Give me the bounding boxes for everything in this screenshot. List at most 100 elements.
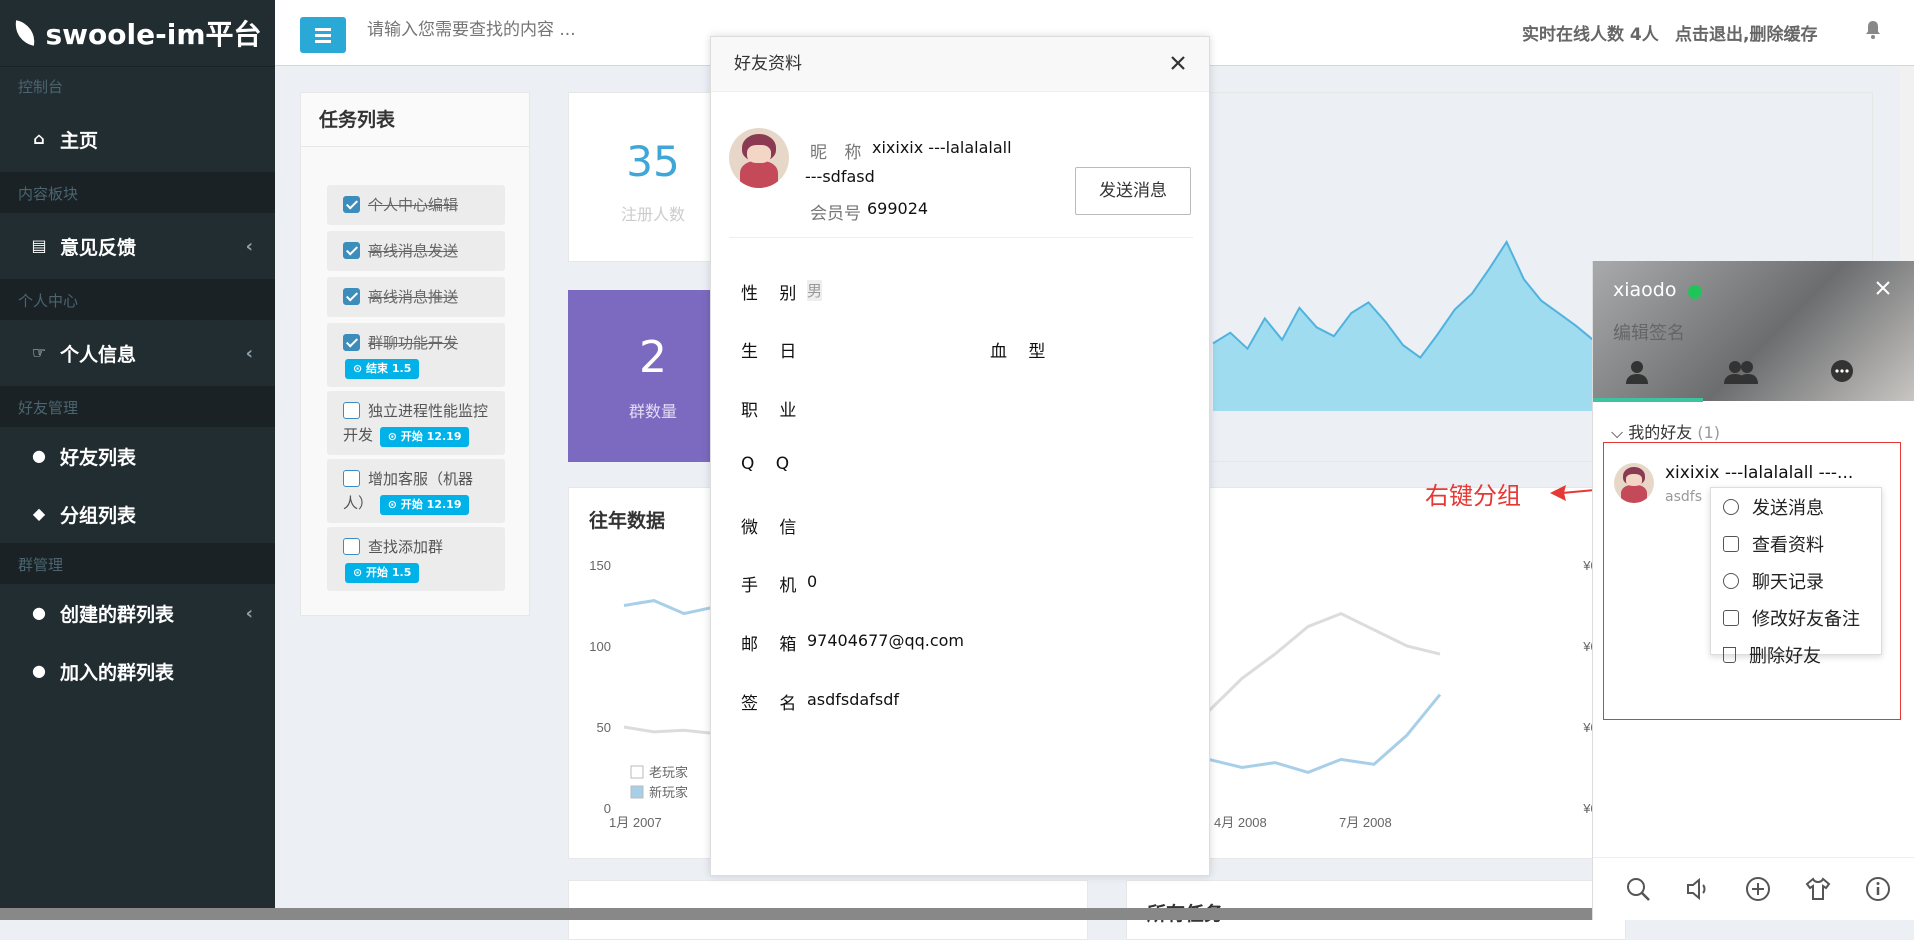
legend-swatch <box>630 785 644 799</box>
field-label: 邮 箱 <box>741 635 805 655</box>
add-icon[interactable] <box>1745 876 1771 902</box>
hand-icon: ☞ <box>31 343 47 362</box>
skin-icon[interactable] <box>1805 876 1831 902</box>
chat-toolbar <box>1593 857 1914 920</box>
menu-toggle-button[interactable] <box>300 17 346 53</box>
logout-link[interactable]: 点击退出,删除缓存 <box>1675 20 1817 45</box>
sidebar-item-label: 创建的群列表 <box>60 603 175 626</box>
edit-signature[interactable]: 编辑签名 <box>1613 319 1685 345</box>
task-label: 个人中心编辑 <box>368 196 459 214</box>
task-item[interactable]: 群聊功能开发 ⊙ 结束 1.5 <box>327 323 505 387</box>
menu-edit-remark[interactable]: 修改好友备注 <box>1711 599 1881 636</box>
field-label: 生 日 <box>741 342 805 362</box>
task-item[interactable]: 离线消息发送 <box>327 231 505 271</box>
member-id-label: 会员号 <box>810 204 861 224</box>
bell-icon[interactable] <box>1864 20 1882 40</box>
sidebar-item-label: 个人信息 <box>60 343 137 366</box>
menu-delete-friend[interactable]: 删除好友 <box>1711 636 1881 673</box>
field-value: asdfsdafsdf <box>807 690 899 709</box>
checkbox[interactable] <box>343 288 360 305</box>
task-label: 查找添加群 <box>368 538 444 556</box>
checkbox[interactable] <box>343 538 360 555</box>
y-tick-label: 100 <box>589 639 611 654</box>
context-menu: 发送消息 查看资料 聊天记录 修改好友备注 删除好友 <box>1710 487 1882 667</box>
chevron-left-icon: ‹ <box>245 602 253 624</box>
clock-icon <box>1723 572 1739 589</box>
sidebar-item-label: 好友列表 <box>60 446 137 469</box>
send-message-button[interactable]: 发送消息 <box>1075 167 1191 215</box>
sidebar-section-title: 好友管理 <box>0 387 275 427</box>
menu-send-message[interactable]: 发送消息 <box>1711 488 1881 525</box>
search-icon[interactable] <box>1625 876 1651 902</box>
checkbox[interactable] <box>343 470 360 487</box>
field-gender: 性 别男 <box>741 279 823 304</box>
friend-name[interactable]: xixixix ---lalalalall ---... <box>1665 463 1853 483</box>
field-wechat: 微 信 <box>741 513 804 538</box>
member-id-value: 699024 <box>867 199 929 218</box>
volume-icon[interactable] <box>1685 876 1711 902</box>
annotation-label: 右键分组 <box>1425 482 1521 510</box>
close-icon[interactable] <box>1167 52 1189 74</box>
friend-list: xixixix ---lalalalall ---... asdfs 发送消息 … <box>1603 442 1901 720</box>
sidebar-item-joined-groups[interactable]: ● 加入的群列表 <box>0 642 275 700</box>
task-item[interactable]: 增加客服（机器人） ⊙ 开始 12.19 <box>327 459 505 523</box>
task-item[interactable]: 离线消息推送 <box>327 277 505 317</box>
menu-label: 删除好友 <box>1749 645 1821 667</box>
sidebar-item-home[interactable]: ⌂ 主页 <box>0 106 275 172</box>
task-item[interactable]: 查找添加群 ⊙ 开始 1.5 <box>327 527 505 591</box>
avatar <box>1614 463 1654 503</box>
sidebar-item-label: 分组列表 <box>60 504 137 527</box>
chevron-left-icon: ‹ <box>245 235 253 257</box>
sidebar-item-friend-list[interactable]: ● 好友列表 <box>0 427 275 485</box>
film-icon: ▤ <box>31 236 47 255</box>
area-series <box>1213 241 1593 411</box>
field-label: 微 信 <box>741 518 805 538</box>
user-icon: ● <box>32 446 46 465</box>
chat-history-tab-icon[interactable] <box>1829 359 1855 385</box>
field-label: 血 型 <box>990 342 1054 362</box>
field-label: 性 别 <box>741 284 805 304</box>
leaf-icon <box>11 20 38 46</box>
checkbox[interactable] <box>343 334 360 351</box>
checkbox[interactable] <box>343 196 360 213</box>
status-badge: ⊙ 开始 1.5 <box>345 563 420 583</box>
field-blood-type: 血 型 <box>990 337 1053 362</box>
task-label: 离线消息发送 <box>368 242 459 260</box>
friend-group-header[interactable]: ⌵ 我的好友 (1) <box>1611 419 1720 443</box>
groups-tab-icon[interactable] <box>1723 359 1759 385</box>
sidebar-item-label: 加入的群列表 <box>60 661 175 684</box>
sidebar-section-title: 控制台 <box>0 66 275 106</box>
sidebar-item-group-list[interactable]: ◆ 分组列表 <box>0 485 275 543</box>
brand-title: swoole-im平台 <box>45 18 262 51</box>
menu-label: 修改好友备注 <box>1752 608 1860 630</box>
menu-chat-history[interactable]: 聊天记录 <box>1711 562 1881 599</box>
menu-label: 查看资料 <box>1752 534 1824 556</box>
online-count: 实时在线人数 4人 <box>1522 25 1659 45</box>
checkbox[interactable] <box>343 402 360 419</box>
field-value: 0 <box>807 572 818 591</box>
close-icon[interactable] <box>1873 278 1893 298</box>
sidebar-item-feedback[interactable]: ▤ 意见反馈 ‹ <box>0 213 275 279</box>
info-icon[interactable] <box>1865 876 1891 902</box>
active-tab-indicator <box>1593 398 1703 402</box>
legend-label: 老玩家 <box>649 765 688 780</box>
chat-header: xiaodo 编辑签名 <box>1593 261 1914 402</box>
nickname-label: 昵 称 <box>810 143 868 163</box>
task-item[interactable]: 独立进程性能监控开发 ⊙ 开始 12.19 <box>327 391 505 455</box>
field-label: 签 名 <box>741 694 805 714</box>
menu-view-profile[interactable]: 查看资料 <box>1711 525 1881 562</box>
checkbox[interactable] <box>343 242 360 259</box>
field-signature: 签 名 asdfsdafsdf <box>741 689 899 714</box>
sidebar: swoole-im平台 控制台 ⌂ 主页 内容板块 ▤ 意见反馈 ‹ 个人中心 … <box>0 0 275 920</box>
sidebar-section-title: 内容板块 <box>0 173 275 213</box>
y-tick-label: 50 <box>597 720 611 735</box>
field-email: 邮 箱 97404677@qq.com <box>741 630 964 655</box>
home-icon: ⌂ <box>33 129 45 148</box>
field-label: Q Q <box>741 454 798 474</box>
brand[interactable]: swoole-im平台 <box>0 0 275 66</box>
status-badge: ⊙ 开始 12.19 <box>379 427 470 447</box>
sidebar-item-created-groups[interactable]: ● 创建的群列表 ‹ <box>0 584 275 642</box>
sidebar-item-profile[interactable]: ☞ 个人信息 ‹ <box>0 320 275 386</box>
task-item[interactable]: 个人中心编辑 <box>327 185 505 225</box>
friends-tab-icon[interactable] <box>1624 359 1650 385</box>
